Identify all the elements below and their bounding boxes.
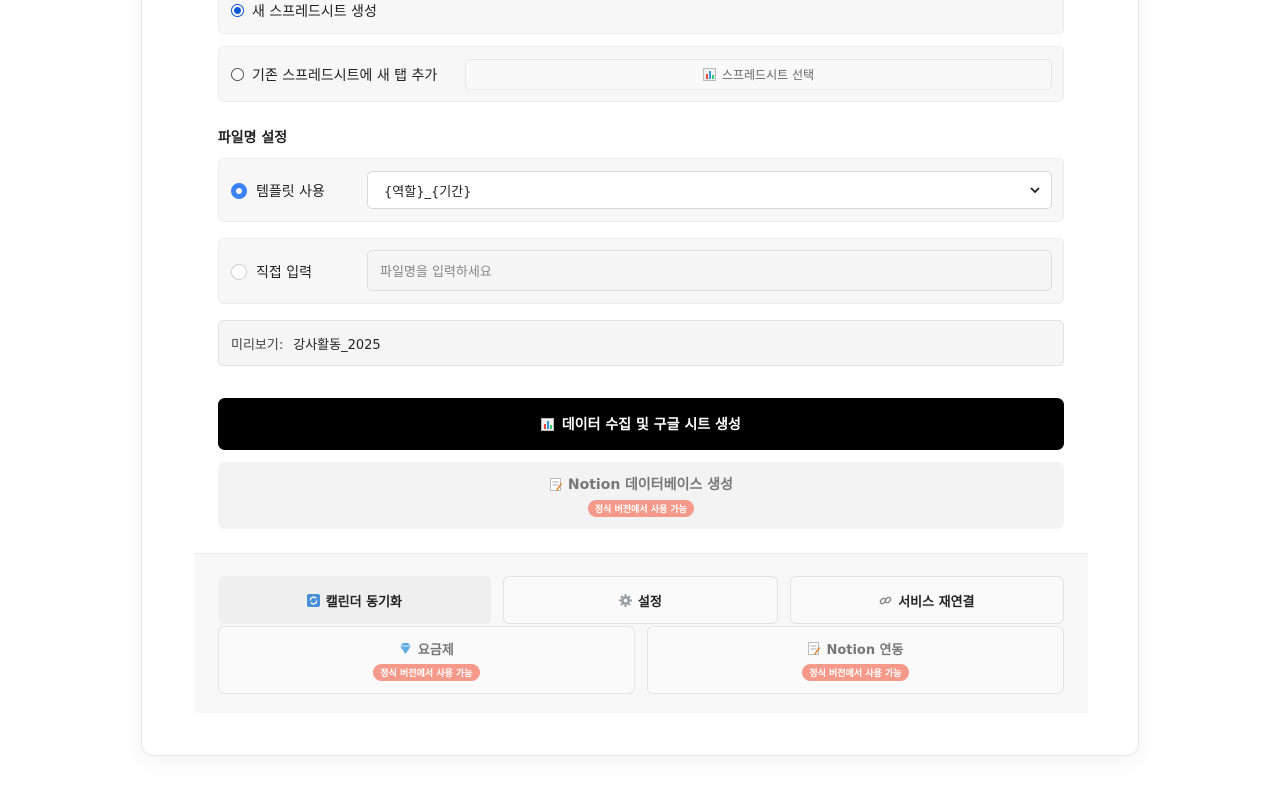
- chart-icon: [541, 417, 555, 431]
- notion-link-label: Notion 연동: [826, 643, 904, 658]
- pricing-label: 요금제: [418, 643, 454, 658]
- existing-sheet-radio[interactable]: [231, 68, 244, 81]
- footer-toolbar: 캘린더 동기화 설정 서비스 재연결 요금제 정식 버전에서 사용 가능 Not…: [194, 553, 1088, 713]
- reconnect-button[interactable]: 서비스 재연결: [790, 576, 1064, 624]
- existing-sheet-option[interactable]: 기존 스프레드시트에 새 탭 추가 스프레드시트 선택: [218, 46, 1064, 102]
- gear-icon: [619, 593, 633, 607]
- filename-preview: 미리보기: 강사활동_2025: [218, 320, 1064, 366]
- collect-data-label: 데이터 수집 및 구글 시트 생성: [562, 417, 741, 433]
- reconnect-label: 서비스 재연결: [898, 594, 975, 610]
- custom-option[interactable]: 직접 입력 파일명을 입력하세요: [218, 238, 1064, 304]
- calendar-sync-button[interactable]: 캘린더 동기화: [218, 576, 491, 624]
- calendar-sync-label: 캘린더 동기화: [325, 594, 403, 610]
- template-radio[interactable]: [231, 183, 247, 199]
- notion-link-badge: 정식 버전에서 사용 가능: [802, 664, 909, 681]
- template-label: 템플릿 사용: [256, 184, 325, 200]
- notion-link-button[interactable]: Notion 연동 정식 버전에서 사용 가능: [647, 626, 1064, 694]
- preview-value: 강사활동_2025: [293, 337, 381, 353]
- gem-icon: [400, 643, 412, 654]
- new-sheet-label: 새 스프레드시트 생성: [252, 4, 377, 20]
- notion-db-label: Notion 데이터베이스 생성: [567, 477, 734, 493]
- chart-icon: [702, 68, 716, 81]
- settings-label: 설정: [638, 594, 662, 610]
- chevron-down-icon: [1030, 187, 1040, 194]
- memo-icon: [808, 642, 821, 655]
- new-sheet-radio[interactable]: [231, 4, 244, 17]
- sync-icon: [306, 593, 320, 607]
- template-select[interactable]: {역할}_{기간}: [367, 171, 1052, 209]
- notion-db-badge: 정식 버전에서 사용 가능: [587, 500, 695, 517]
- filename-input-placeholder: 파일명을 입력하세요: [380, 265, 492, 280]
- select-sheet-label: 스프레드시트 선택: [721, 68, 815, 82]
- select-sheet-button[interactable]: 스프레드시트 선택: [465, 59, 1052, 90]
- collect-data-button[interactable]: 데이터 수집 및 구글 시트 생성: [218, 398, 1064, 450]
- main-card: 새 스프레드시트 생성 기존 스프레드시트에 새 탭 추가 스프레드시트 선택 …: [141, 0, 1139, 756]
- custom-radio[interactable]: [231, 264, 247, 280]
- custom-label: 직접 입력: [256, 265, 312, 281]
- new-sheet-option[interactable]: 새 스프레드시트 생성: [218, 0, 1064, 34]
- notion-db-button[interactable]: Notion 데이터베이스 생성 정식 버전에서 사용 가능: [218, 462, 1064, 529]
- link-icon: [879, 596, 892, 604]
- template-select-value: {역할}_{기간}: [384, 184, 472, 200]
- preview-label: 미리보기:: [231, 337, 284, 353]
- filename-section-title: 파일명 설정: [218, 130, 288, 146]
- memo-icon: [549, 477, 562, 491]
- settings-button[interactable]: 설정: [503, 576, 778, 624]
- existing-sheet-label: 기존 스프레드시트에 새 탭 추가: [252, 68, 438, 84]
- filename-input[interactable]: 파일명을 입력하세요: [367, 250, 1052, 291]
- template-option[interactable]: 템플릿 사용 {역할}_{기간}: [218, 158, 1064, 222]
- pricing-badge: 정식 버전에서 사용 가능: [373, 664, 480, 681]
- pricing-button[interactable]: 요금제 정식 버전에서 사용 가능: [218, 626, 635, 694]
